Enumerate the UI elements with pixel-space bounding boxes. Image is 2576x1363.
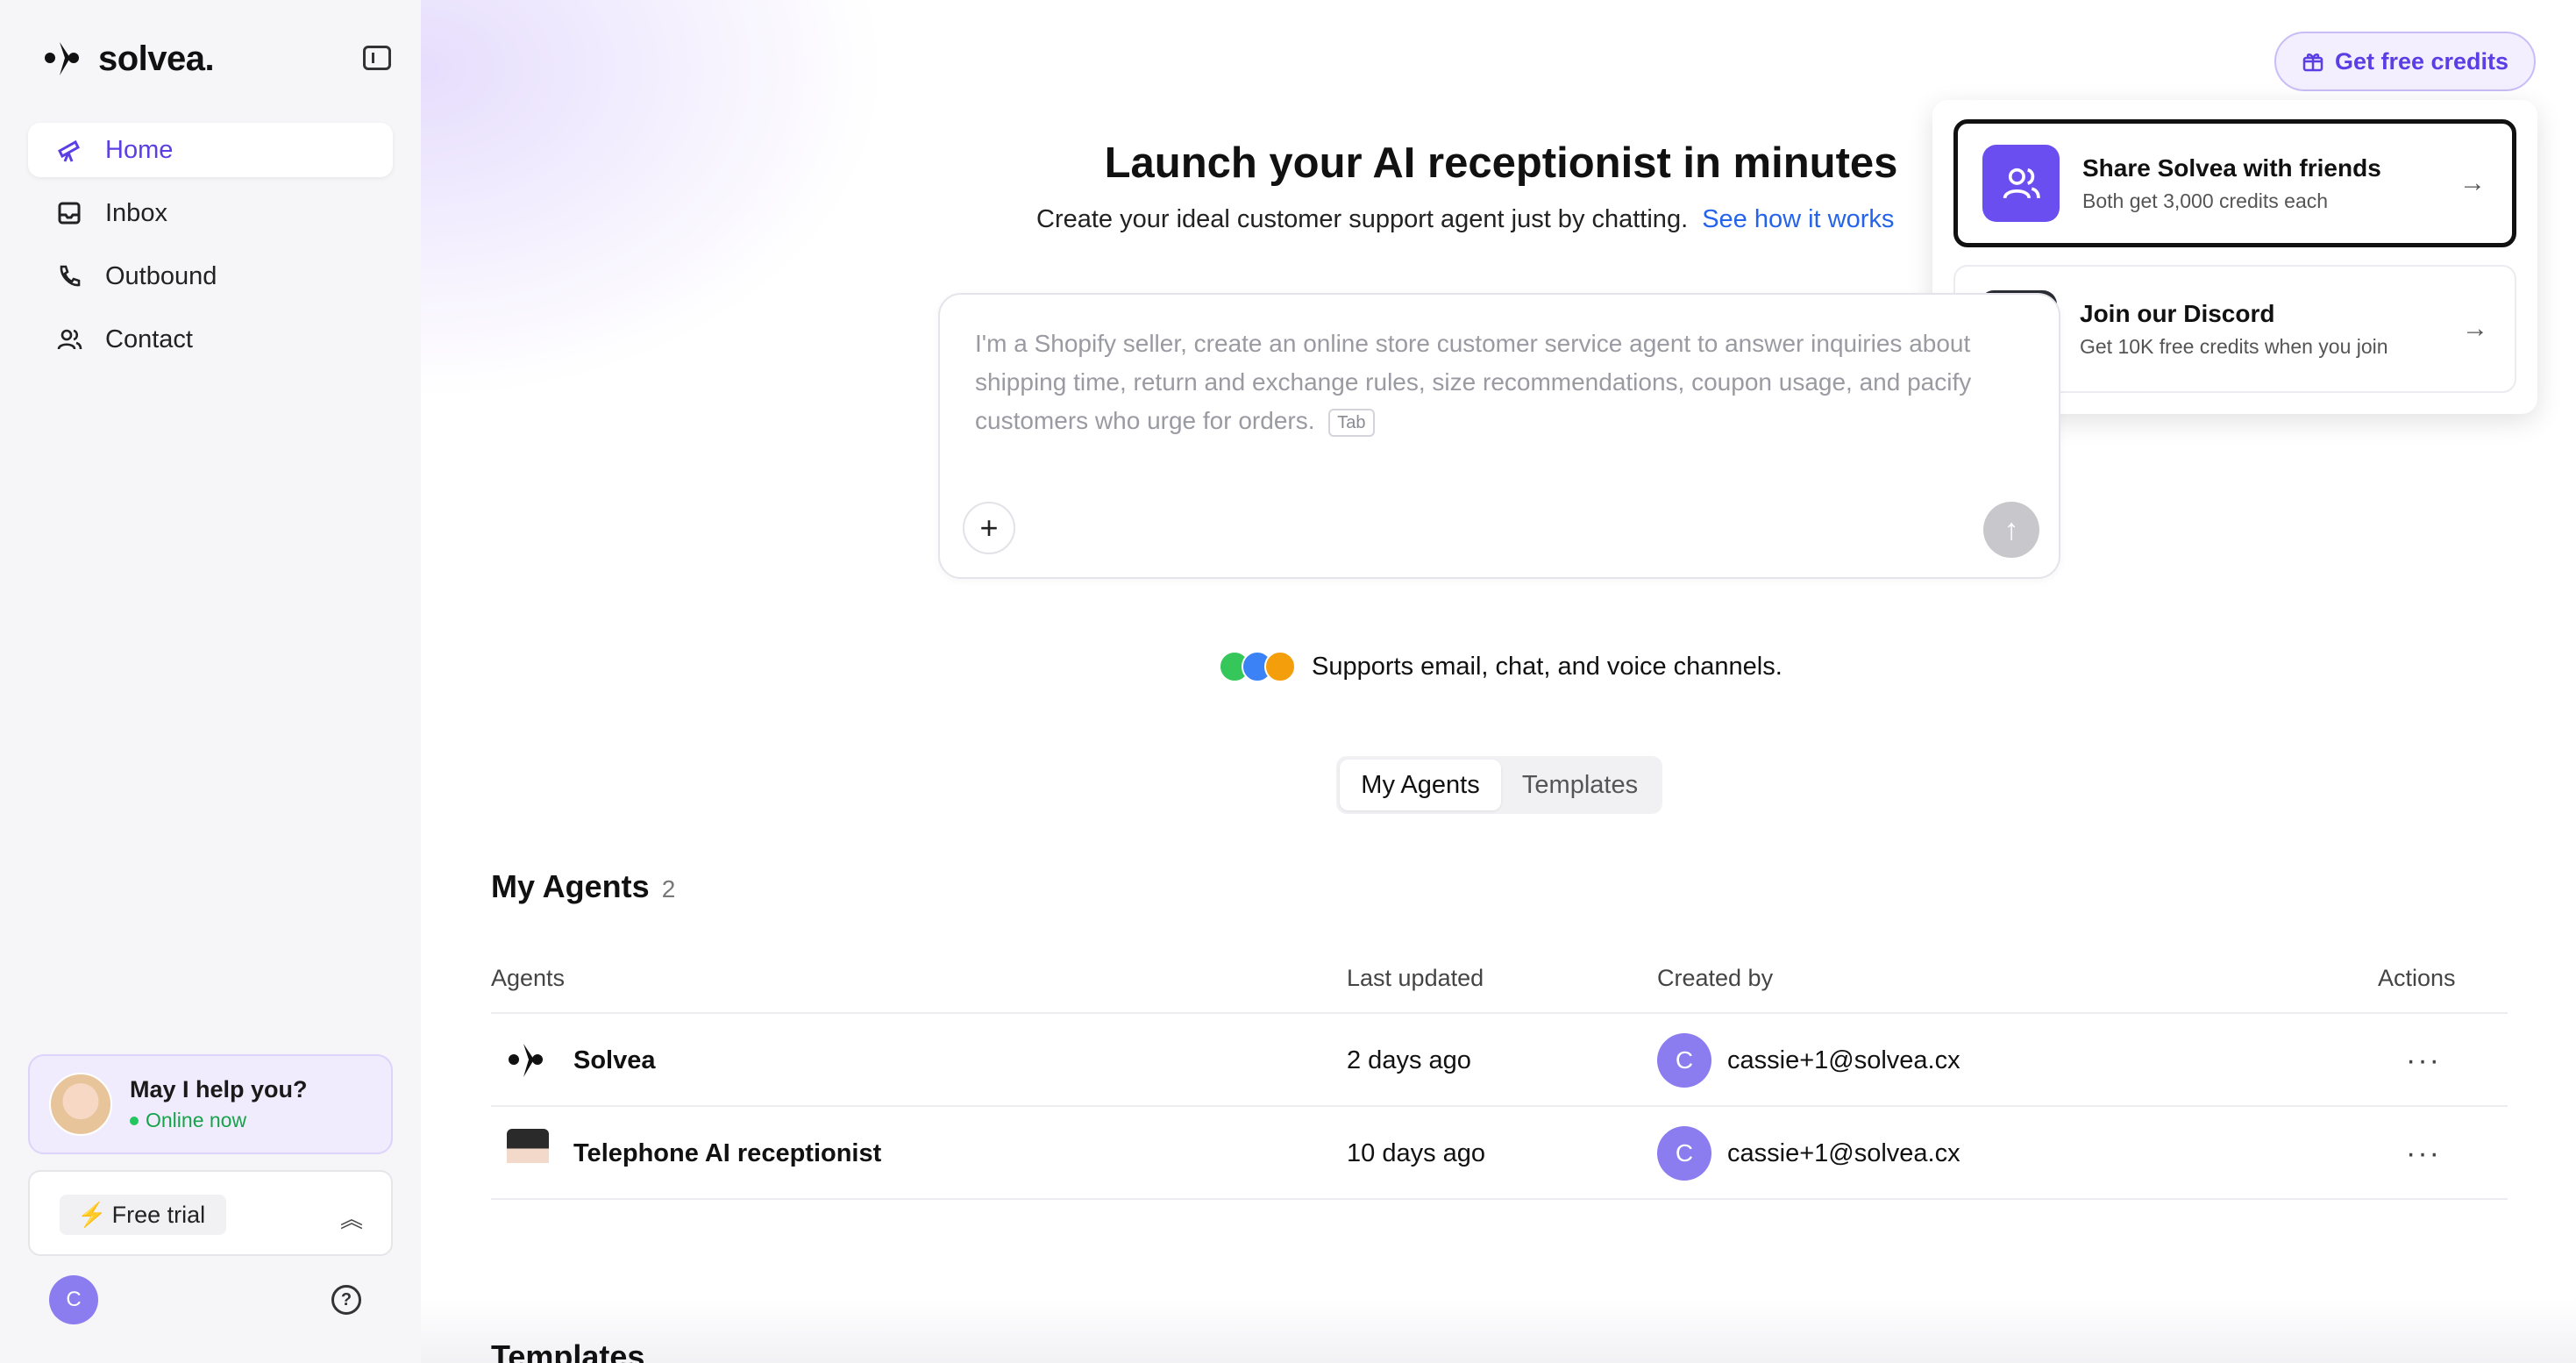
more-actions-icon[interactable]: ··· [2406,1107,2441,1200]
tab-my-agents[interactable]: My Agents [1340,760,1501,810]
creator-email: cassie+1@solvea.cx [1727,1138,1960,1167]
sidebar-item-label: Contact [105,325,193,353]
arrow-right-icon: → [2459,168,2486,197]
help-title: May I help you? [130,1076,308,1103]
creator-avatar: C [1657,1126,1711,1181]
sidebar-item-outbound[interactable]: Outbound [28,249,393,303]
gift-icon [2302,54,2323,72]
page-title: Launch your AI receptionist in minutes [1104,139,1898,187]
chevron-up-icon[interactable]: ︽ [340,1202,363,1234]
bottom-fade [421,1298,2576,1363]
discord-subtitle: Get 10K free credits when you join [2080,334,2388,358]
user-avatar[interactable]: C [49,1275,98,1324]
my-agents-title: My Agents [491,868,650,904]
receptionist-avatar [507,1129,549,1178]
brand-name: solvea. [98,39,215,78]
creator-avatar: C [1657,1033,1711,1088]
solvea-agent-icon [507,1039,549,1081]
prompt-placeholder: I'm a Shopify seller, create an online s… [975,325,2053,440]
column-last-updated: Last updated [1347,965,1484,991]
page-subtitle: Create your ideal customer support agent… [1036,205,1894,234]
help-card[interactable]: May I help you? Online now [28,1054,393,1154]
tab-templates[interactable]: Templates [1501,760,1659,810]
agent-cell: Solvea [507,1014,656,1107]
support-avatar [49,1073,112,1136]
users-icon [57,329,82,350]
channels-info: Supports email, chat, and voice channels… [1219,651,1783,682]
arrow-right-icon: → [2462,314,2488,343]
attach-button[interactable]: + [963,502,1015,554]
agent-cell: Telephone AI receptionist [507,1107,881,1200]
column-created-by: Created by [1657,965,1774,991]
table-header: Agents Last updated Created by Actions [491,953,2508,1014]
last-updated: 2 days ago [1347,1045,1471,1074]
channels-text: Supports email, chat, and voice channels… [1312,652,1783,681]
sidebar-item-label: Inbox [105,198,167,227]
sidebar-item-home[interactable]: Home [28,123,393,177]
agents-table: Agents Last updated Created by Actions S… [491,953,2508,1200]
sidebar: solvea. Home Inbox Outbound Contact May … [0,0,421,1363]
creator-cell: C cassie+1@solvea.cx [1657,1107,1960,1200]
channel-icons [1219,651,1296,682]
see-how-it-works-link[interactable]: See how it works [1702,205,1894,233]
get-free-credits-button[interactable]: Get free credits [2274,32,2536,91]
column-actions: Actions [2378,965,2456,991]
lightning-icon: ⚡ [77,1202,107,1228]
agents-tabs: My Agents Templates [1336,756,1662,814]
solvea-logo-icon [45,42,79,75]
templates-heading: Templates [491,1338,645,1363]
inbox-icon [58,202,81,225]
arrow-up-icon: ↑ [2003,512,2019,546]
share-title: Share Solvea with friends [2082,153,2381,182]
tab-key-hint: Tab [1328,408,1375,437]
free-trial-label: Free trial [111,1201,206,1228]
phone-icon [60,265,81,287]
table-row[interactable]: Solvea 2 days ago C cassie+1@solvea.cx ·… [491,1014,2508,1107]
subtitle-text: Create your ideal customer support agent… [1036,205,1689,233]
column-agents: Agents [491,965,566,991]
creator-email: cassie+1@solvea.cx [1727,1045,1960,1074]
sidebar-item-label: Home [105,135,174,164]
sidebar-nav: Home Inbox Outbound Contact [28,123,393,375]
online-status: Online now [130,1109,308,1132]
sidebar-item-label: Outbound [105,261,217,290]
sidebar-item-inbox[interactable]: Inbox [28,186,393,240]
plus-icon: + [979,510,999,546]
help-icon[interactable]: ? [331,1285,361,1315]
creator-cell: C cassie+1@solvea.cx [1657,1014,1960,1107]
agent-name[interactable]: Solvea [573,1046,656,1075]
plan-card[interactable]: ⚡ Free trial ︽ [28,1170,393,1256]
telescope-icon [58,139,80,162]
my-agents-heading: My Agents 2 [491,868,675,905]
table-row[interactable]: Telephone AI receptionist 10 days ago C … [491,1107,2508,1200]
brand-logo[interactable]: solvea. [44,39,215,79]
share-subtitle: Both get 3,000 credits each [2082,189,2329,212]
prompt-input[interactable]: I'm a Shopify seller, create an online s… [938,293,2060,579]
more-actions-icon[interactable]: ··· [2406,1014,2441,1107]
last-updated: 10 days ago [1347,1138,1486,1167]
online-status-text: Online now [146,1109,247,1131]
discord-title: Join our Discord [2080,299,2275,327]
agent-name[interactable]: Telephone AI receptionist [573,1139,881,1168]
send-button[interactable]: ↑ [1983,502,2039,558]
agents-count: 2 [661,875,676,903]
free-trial-badge: ⚡ Free trial [60,1195,227,1235]
chat-channel-icon [1264,651,1296,682]
online-dot-icon [130,1116,139,1125]
prompt-placeholder-text: I'm a Shopify seller, create an online s… [975,330,1972,434]
sidebar-collapse-icon[interactable] [363,46,391,70]
sidebar-item-contact[interactable]: Contact [28,312,393,367]
credits-label: Get free credits [2334,47,2509,75]
